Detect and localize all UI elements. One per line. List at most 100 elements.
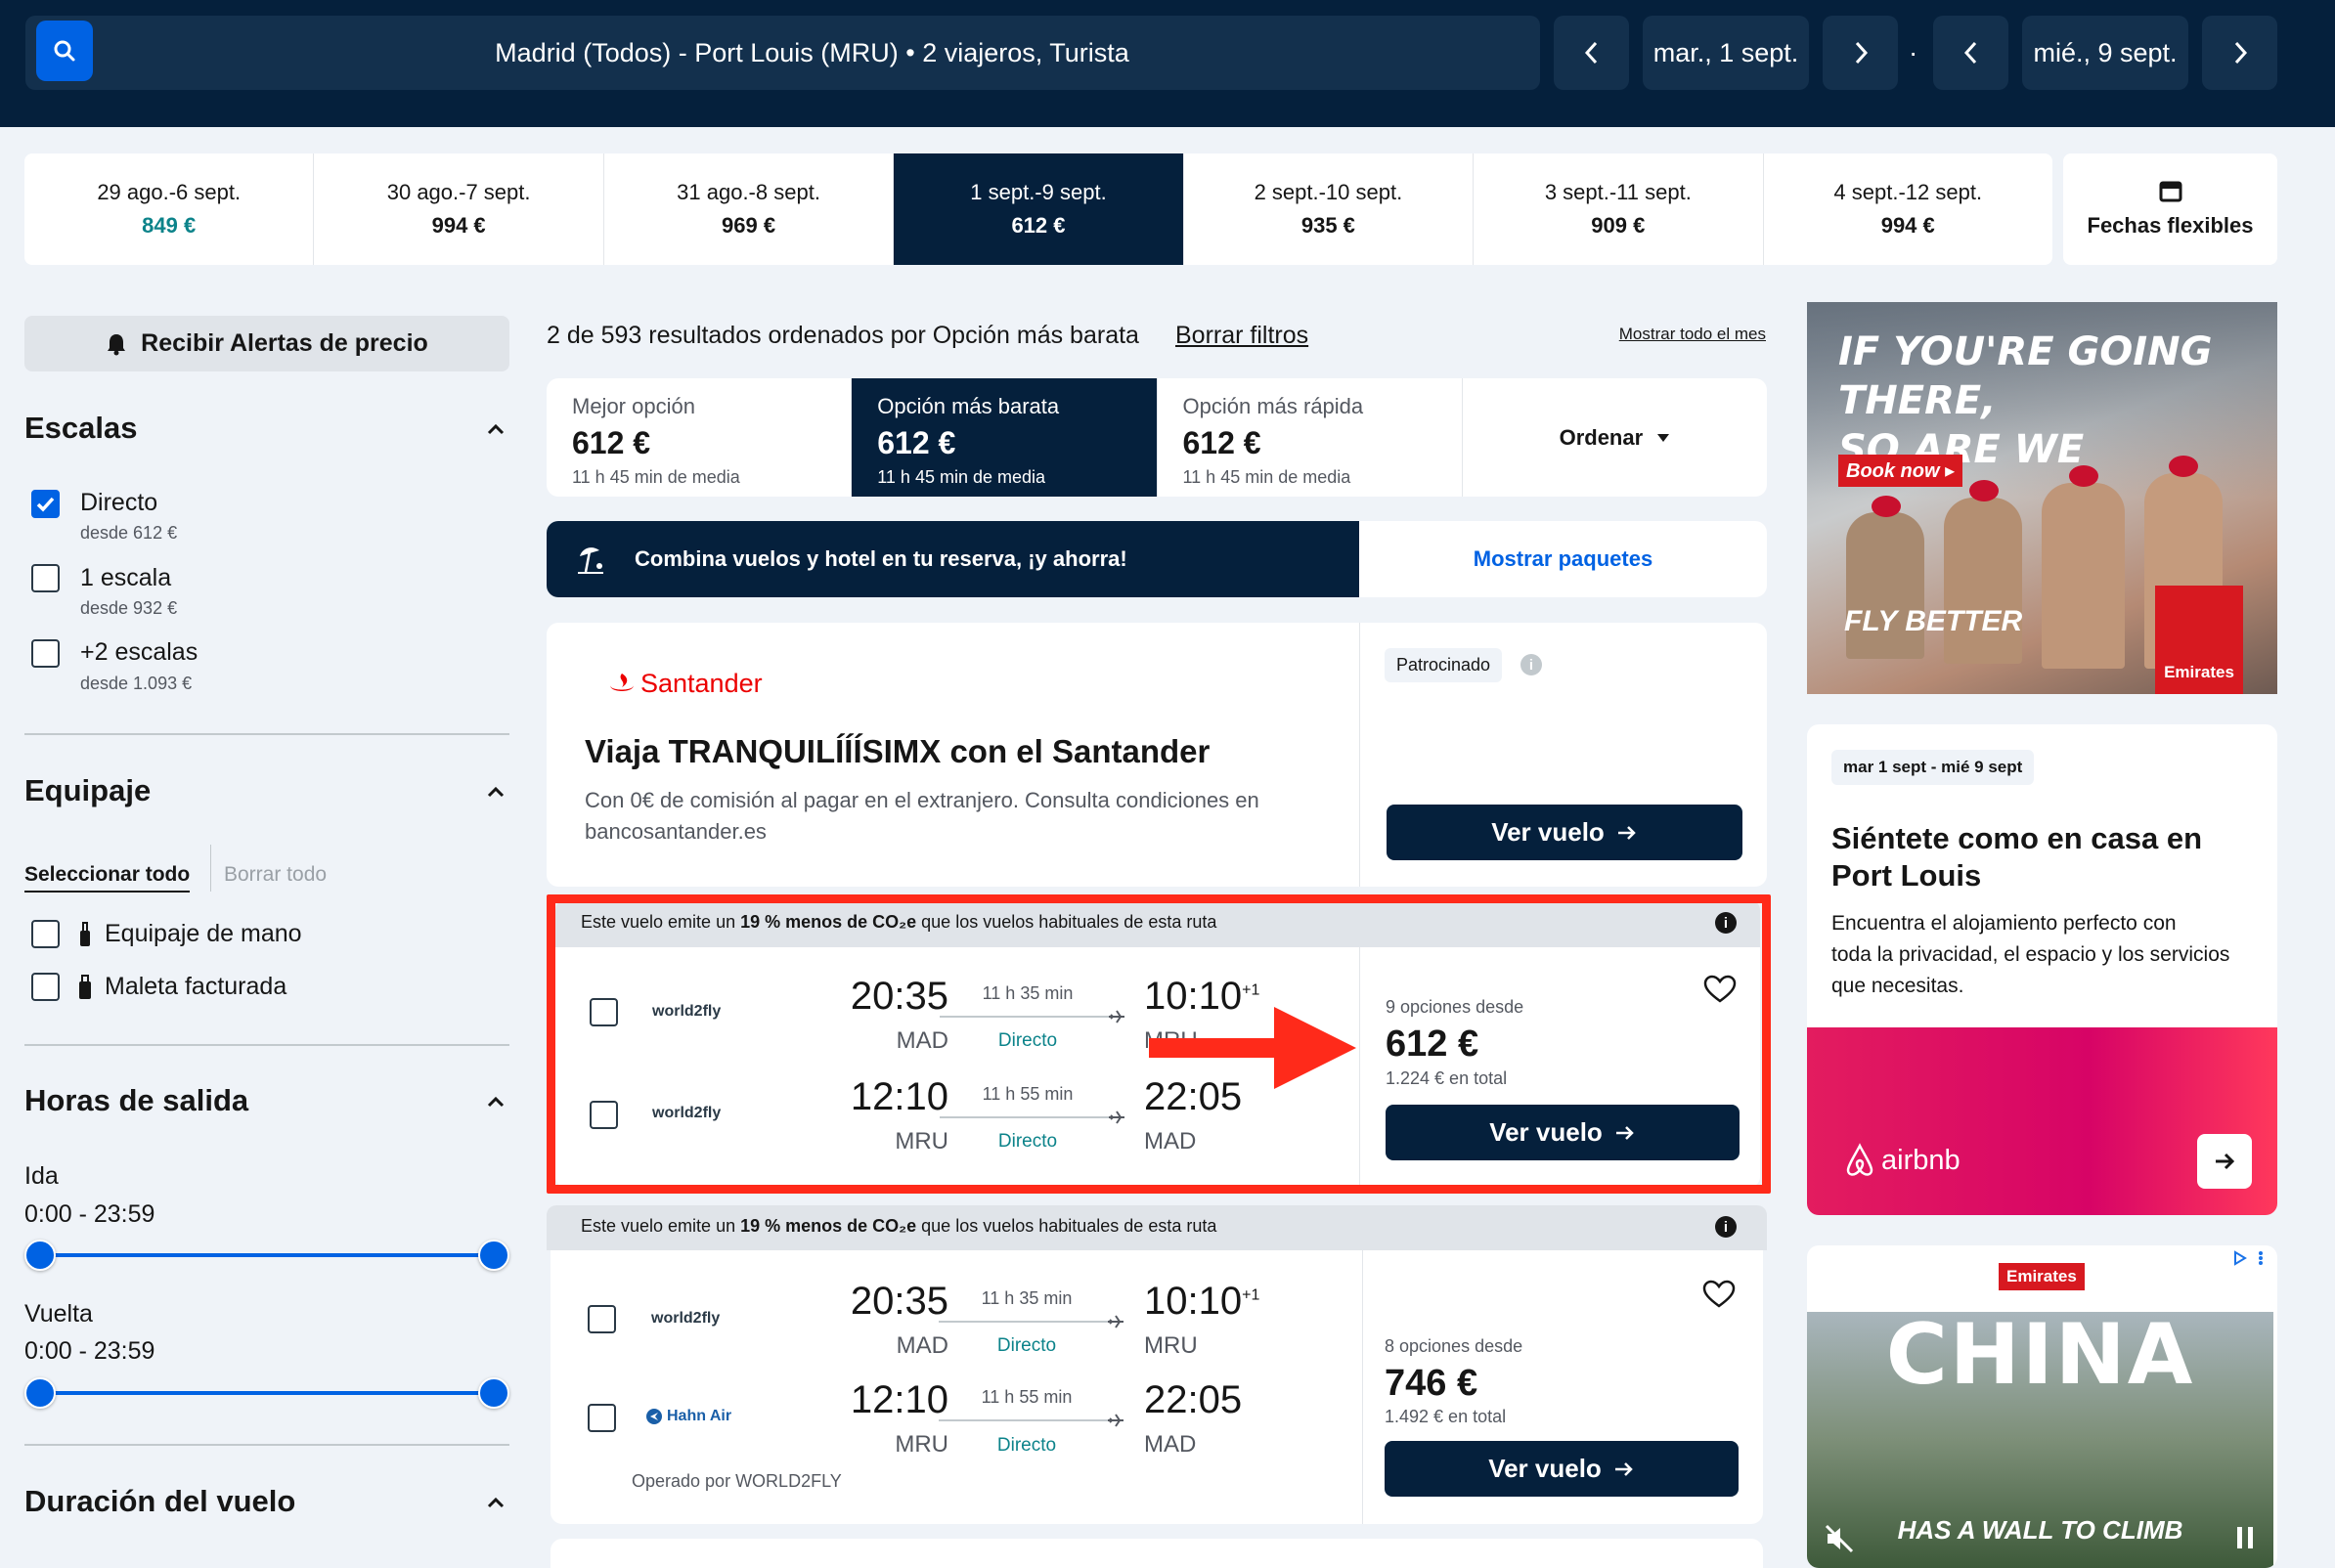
pause-icon[interactable] <box>2234 1525 2256 1550</box>
chevron-left-icon <box>1963 41 1976 65</box>
chevron-up-icon[interactable] <box>486 1095 506 1109</box>
date-option[interactable]: 3 sept.-11 sept. 909 € <box>1474 153 1764 265</box>
leg-select-checkbox[interactable] <box>588 1305 616 1333</box>
return-date-field[interactable]: mié., 9 sept. <box>2022 16 2188 90</box>
depart-next-button[interactable] <box>1823 16 1898 90</box>
sort-dropdown[interactable]: Ordenar <box>1463 378 1767 497</box>
price-alert-label: Recibir Alertas de precio <box>141 329 428 357</box>
clear-all-link[interactable]: Borrar todo <box>224 863 327 887</box>
package-banner: Combina vuelos y hotel en tu reserva, ¡y… <box>547 521 1767 597</box>
return-time-slider[interactable] <box>24 1377 509 1409</box>
arrow-right-icon <box>2216 1153 2235 1170</box>
depart-date-text: mar., 1 sept. <box>1652 37 1799 67</box>
flight-duration: 11 h 35 min <box>981 1288 1073 1308</box>
slider-handle-start[interactable] <box>24 1377 56 1409</box>
chevron-up-icon[interactable] <box>486 785 506 799</box>
outbound-time-slider[interactable] <box>24 1240 509 1271</box>
chevron-right-icon <box>1855 41 1868 65</box>
departure-times-title: Horas de salida <box>24 1083 249 1117</box>
santander-brand: Santander <box>640 669 763 698</box>
info-icon[interactable]: i <box>1520 654 1542 675</box>
book-now-button[interactable]: Book now ▸ <box>1838 455 1963 487</box>
hotel-body: Encuentra el alojamiento perfecto con tod… <box>1831 912 2230 997</box>
slider-handle-start[interactable] <box>24 1240 56 1271</box>
stops-two-checkbox[interactable] <box>31 639 60 668</box>
divider <box>1359 623 1360 887</box>
date-option[interactable]: 31 ago.-8 sept. 969 € <box>604 153 895 265</box>
return-next-button[interactable] <box>2202 16 2277 90</box>
date-range: 2 sept.-10 sept. <box>1254 180 1403 204</box>
show-packages-link[interactable]: Mostrar paquetes <box>1359 521 1767 597</box>
stops-direct-label: Directo <box>80 489 158 516</box>
flight-card-next[interactable] <box>551 1539 1763 1568</box>
heart-icon[interactable] <box>1702 1280 1736 1309</box>
departure-airport: MRU <box>895 1431 948 1458</box>
search-icon[interactable] <box>36 21 93 81</box>
airbnb-open-button[interactable] <box>2197 1134 2252 1189</box>
stops-one-checkbox[interactable] <box>31 564 60 592</box>
airbnb-banner: airbnb <box>1807 1027 2277 1215</box>
tab-meta: 11 h 45 min de media <box>877 467 1046 487</box>
ad-hat <box>1872 496 1901 517</box>
suitcase-icon <box>79 975 91 999</box>
clear-filters-link[interactable]: Borrar filtros <box>1175 322 1308 350</box>
tab-fastest[interactable]: Opción más rápida 612 € 11 h 45 min de med… <box>1158 378 1463 497</box>
chevron-up-icon[interactable] <box>486 1496 506 1509</box>
adchoices-icon[interactable] <box>2231 1249 2267 1267</box>
stops-direct-price: desde 612 € <box>80 523 178 543</box>
divider <box>24 1444 509 1446</box>
stops-label: Directo <box>996 1435 1057 1456</box>
date-range: 29 ago.-6 sept. <box>97 180 242 204</box>
day-offset: +1 <box>1242 1286 1260 1304</box>
view-flight-button[interactable]: Ver vuelo <box>1385 1441 1739 1497</box>
ad-hat <box>2169 456 2198 477</box>
tab-cheapest[interactable]: Opción más barata 612 € 11 h 45 min de med… <box>852 378 1158 497</box>
sponsored-card: Santander Viaja TRANQUILÍÍÍSIMX con el S… <box>547 623 1767 887</box>
chevron-up-icon[interactable] <box>486 422 506 436</box>
sponsored-view-button[interactable]: Ver vuelo <box>1387 805 1742 860</box>
date-option-selected[interactable]: 1 sept.-9 sept. 612 € <box>894 153 1184 265</box>
checked-bag-checkbox[interactable] <box>31 973 60 1001</box>
date-option[interactable]: 4 sept.-12 sept. 994 € <box>1764 153 2052 265</box>
search-summary-field[interactable]: Madrid (Todos) - Port Louis (MRU) • 2 vi… <box>25 16 1540 90</box>
depart-prev-button[interactable] <box>1554 16 1629 90</box>
total-price: 1.492 € en total <box>1385 1407 1507 1426</box>
date-option[interactable]: 30 ago.-7 sept. 994 € <box>314 153 604 265</box>
divider <box>210 845 211 892</box>
info-icon[interactable]: i <box>1715 1216 1737 1238</box>
hotel-title: Siéntete como en casa en Port Louis <box>1831 821 2203 893</box>
carry-on-checkbox[interactable] <box>31 920 60 948</box>
hotel-card[interactable]: mar 1 sept - mié 9 sept Siéntete como en… <box>1807 724 2277 1215</box>
carry-on-label: Equipaje de mano <box>105 920 302 947</box>
flight-card[interactable]: world2fly 20:35 MAD 11 h 35 min Directo … <box>551 1250 1763 1524</box>
slider-handle-end[interactable] <box>478 1240 509 1271</box>
date-price: 612 € <box>1011 213 1066 238</box>
return-prev-button[interactable] <box>1933 16 2008 90</box>
return-label: Vuelta <box>24 1300 93 1328</box>
show-month-link[interactable]: Mostrar todo el mes <box>1600 325 1766 344</box>
date-option[interactable]: 2 sept.-10 sept. 935 € <box>1184 153 1475 265</box>
stops-title: Escalas <box>24 411 138 445</box>
ad-hat <box>1969 480 1999 501</box>
carry-on-bag-icon <box>80 922 90 946</box>
depart-date-field[interactable]: mar., 1 sept. <box>1643 16 1809 90</box>
select-all-link[interactable]: Seleccionar todo <box>24 863 191 893</box>
slider-handle-end[interactable] <box>478 1377 509 1409</box>
tab-price: 612 € <box>877 425 956 460</box>
emirates-ad[interactable]: IF YOU'RE GOING THERE, SO ARE WE Book now… <box>1807 302 2277 694</box>
airbnb-icon <box>1846 1143 1873 1176</box>
departure-airport: MAD <box>896 1332 948 1359</box>
flexible-dates-button[interactable]: Fechas flexibles <box>2063 153 2277 265</box>
stops-one-label: 1 escala <box>80 564 172 591</box>
leg-select-checkbox[interactable] <box>588 1404 616 1432</box>
eco-text: Este vuelo emite un 19 % menos de CO₂e q… <box>581 1216 1217 1236</box>
divider <box>1362 1250 1363 1524</box>
stops-direct-checkbox[interactable] <box>31 490 60 518</box>
package-banner-text: Combina vuelos y hotel en tu reserva, ¡y… <box>635 546 1127 571</box>
tab-best[interactable]: Mejor opción 612 € 11 h 45 min de media <box>547 378 853 497</box>
date-range: 1 sept.-9 sept. <box>970 180 1107 204</box>
price-alert-button[interactable]: Recibir Alertas de precio <box>24 316 509 371</box>
date-option[interactable]: 29 ago.-6 sept. 849 € <box>24 153 315 265</box>
china-ad[interactable]: Emirates CHINA HAS A WALL TO CLIMB <box>1807 1245 2277 1568</box>
mute-icon[interactable] <box>1825 1524 1856 1553</box>
